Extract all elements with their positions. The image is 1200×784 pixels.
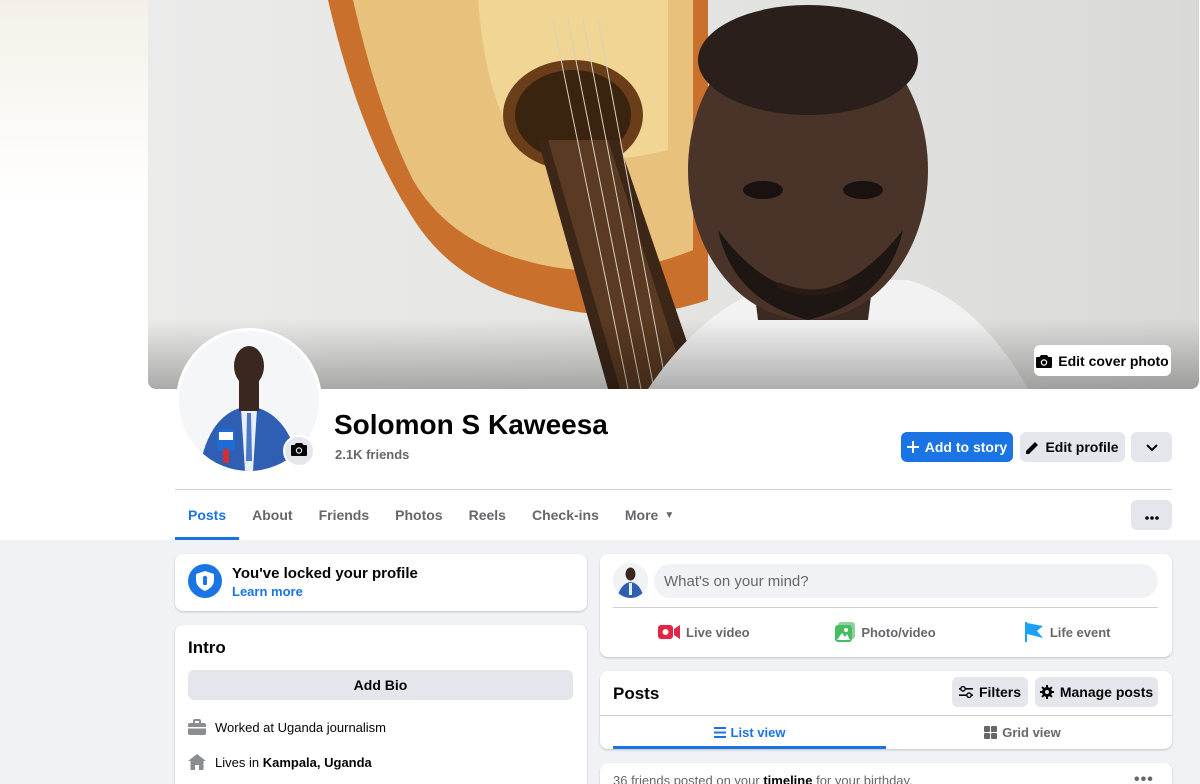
add-bio-button[interactable]: Add Bio [188, 670, 573, 700]
flag-icon [1024, 622, 1044, 642]
tab-check-ins[interactable]: Check-ins [519, 490, 612, 540]
edit-profile-label: Edit profile [1045, 439, 1119, 455]
tab-friends[interactable]: Friends [306, 490, 383, 540]
profile-tabs: Posts About Friends Photos Reels Check-i… [175, 490, 687, 540]
plus-icon [906, 441, 919, 453]
locked-profile-title: You've locked your profile [232, 565, 418, 582]
home-icon [188, 753, 206, 771]
list-view-label: List view [730, 725, 786, 740]
life-event-button[interactable]: Life event [976, 614, 1158, 650]
tab-label: Photos [395, 507, 443, 523]
tab-about[interactable]: About [239, 490, 305, 540]
add-to-story-label: Add to story [924, 439, 1008, 455]
birthday-options-icon[interactable]: ••• [1134, 771, 1154, 784]
post-composer: What's on your mind? Live video Photo/vi… [600, 554, 1172, 657]
ellipsis-icon [1144, 507, 1159, 523]
profile-name: Solomon S Kaweesa [334, 409, 608, 440]
edit-cover-label: Edit cover photo [1058, 352, 1169, 369]
photo-video-label: Photo/video [861, 624, 936, 640]
filters-button[interactable]: Filters [952, 677, 1028, 707]
briefcase-icon [188, 718, 206, 736]
live-video-button[interactable]: Live video [613, 614, 795, 650]
edit-profile-button[interactable]: Edit profile [1020, 432, 1125, 462]
add-bio-label: Add Bio [353, 677, 408, 693]
tab-label: Friends [318, 507, 370, 523]
camera-icon [291, 442, 307, 461]
filters-label: Filters [978, 684, 1021, 700]
birthday-posts-card: 36 friends posted on your timeline for y… [600, 763, 1172, 784]
posts-title: Posts [613, 684, 660, 703]
grid-icon [984, 726, 998, 739]
tab-label: Posts [188, 507, 227, 523]
shield-lock-icon [188, 564, 222, 598]
intro-work-text: Worked at Uganda journalism [215, 719, 387, 735]
profile-options-dropdown[interactable] [1131, 432, 1172, 462]
photo-icon [835, 622, 856, 642]
intro-lives: Lives in Kampala, Uganda [188, 753, 372, 771]
manage-posts-label: Manage posts [1059, 684, 1154, 700]
left-background [0, 0, 148, 540]
pencil-icon [1026, 441, 1039, 454]
tab-label: More [624, 507, 659, 523]
composer-avatar[interactable] [613, 563, 648, 598]
chevron-down-icon [1145, 439, 1158, 455]
intro-lives-place[interactable]: Kampala, Uganda [263, 755, 372, 770]
life-event-label: Life event [1049, 624, 1111, 640]
composer-divider [613, 607, 1158, 608]
cover-photo[interactable] [148, 0, 1199, 389]
birthday-prefix: 36 friends posted on your [613, 773, 760, 784]
composer-actions: Live video Photo/video Life event [613, 614, 1158, 650]
locked-profile-card: You've locked your profile Learn more [175, 554, 587, 611]
gear-icon [1039, 685, 1054, 699]
edit-cover-photo-button[interactable]: Edit cover photo [1034, 345, 1171, 376]
birthday-message: 36 friends posted on your timeline for y… [613, 773, 913, 784]
tab-label: Check-ins [531, 507, 599, 523]
manage-posts-button[interactable]: Manage posts [1035, 677, 1158, 707]
list-icon [713, 727, 726, 738]
whats-on-your-mind-input[interactable]: What's on your mind? [654, 564, 1158, 598]
timeline-link[interactable]: timeline [763, 773, 812, 784]
list-view-tab[interactable]: List view [613, 716, 886, 749]
intro-title: Intro [188, 638, 226, 657]
friends-count[interactable]: 2.1K friends [335, 447, 409, 462]
tab-label: Reels [468, 507, 506, 523]
photo-video-button[interactable]: Photo/video [795, 614, 977, 650]
tab-reels[interactable]: Reels [456, 490, 519, 540]
live-video-icon [658, 624, 681, 640]
caret-down-icon: ▼ [664, 509, 675, 521]
intro-card: Intro Add Bio Worked at Uganda journalis… [175, 625, 587, 784]
intro-work: Worked at Uganda journalism [188, 718, 386, 736]
tabs-more-options-button[interactable] [1131, 500, 1172, 530]
add-to-story-button[interactable]: Add to story [901, 432, 1013, 462]
live-video-label: Live video [686, 624, 750, 640]
tab-label: About [252, 507, 293, 523]
grid-view-label: Grid view [1002, 725, 1061, 740]
sliders-icon [958, 686, 973, 698]
birthday-suffix: for your birthday. [816, 773, 913, 784]
tab-photos[interactable]: Photos [382, 490, 455, 540]
update-picture-button[interactable] [283, 435, 315, 467]
tab-posts[interactable]: Posts [175, 490, 240, 540]
camera-icon [1036, 354, 1053, 368]
tab-more[interactable]: More ▼ [612, 490, 687, 540]
learn-more-link[interactable]: Learn more [232, 584, 303, 599]
grid-view-tab[interactable]: Grid view [886, 716, 1159, 749]
intro-lives-prefix: Lives in [215, 754, 260, 770]
